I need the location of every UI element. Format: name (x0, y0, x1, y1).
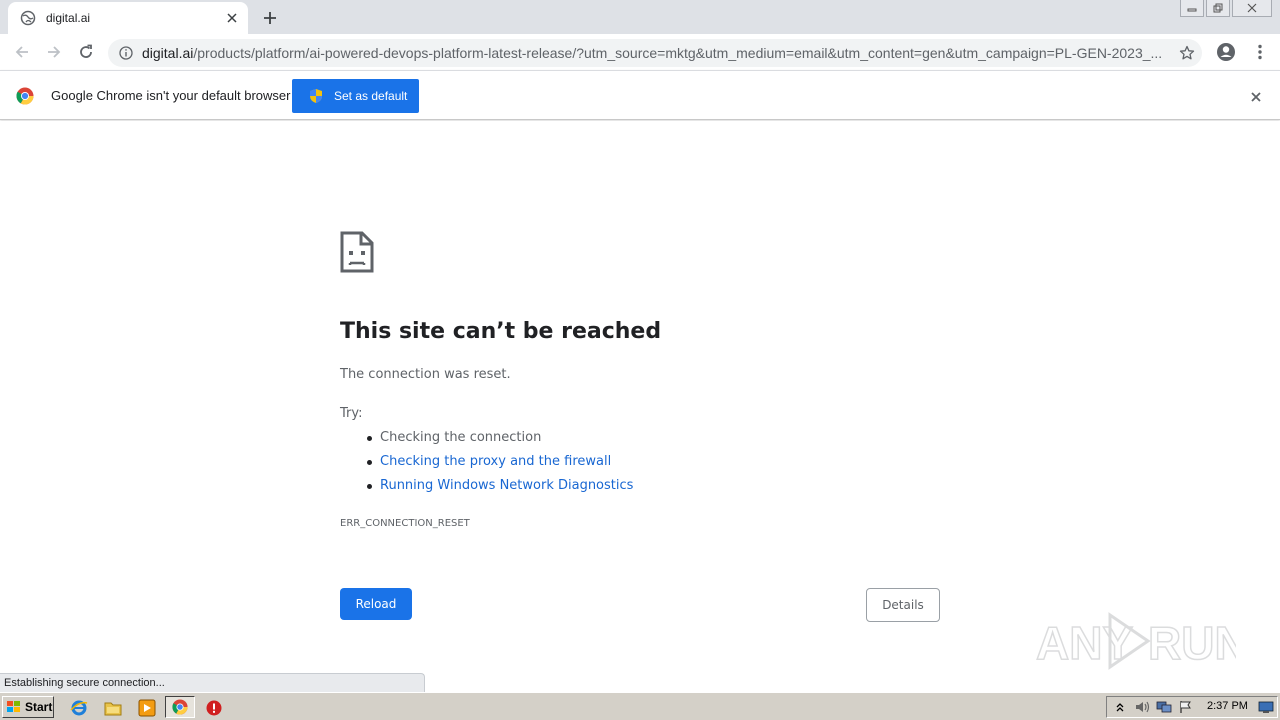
shield-icon (308, 88, 324, 104)
start-button[interactable]: Start (2, 696, 54, 718)
suggestion-list: Checking the connection Checking the pro… (366, 430, 633, 502)
status-bubble: Establishing secure connection... (0, 673, 425, 692)
forward-arrow-icon[interactable] (42, 40, 66, 64)
error-title: This site can’t be reached (340, 319, 662, 344)
chevron-up-icon[interactable] (1111, 698, 1129, 716)
account-icon[interactable] (1214, 40, 1238, 64)
default-browser-infobar: Google Chrome isn't your default browser… (0, 70, 1280, 120)
chrome-taskbar-icon[interactable] (165, 696, 195, 718)
try-label: Try: (340, 406, 363, 421)
star-icon[interactable] (1178, 44, 1196, 62)
screen: digital.ai digital.ai/products/platform/… (0, 0, 1280, 720)
restore-icon[interactable] (1206, 0, 1230, 17)
error-subtitle: The connection was reset. (340, 367, 511, 382)
reload-button[interactable]: Reload (340, 588, 412, 620)
infobar-message: Google Chrome isn't your default browser (51, 88, 291, 103)
sad-document-icon (340, 231, 374, 273)
url-text: digital.ai/products/platform/ai-powered-… (142, 45, 1162, 61)
url-path: /products/platform/ai-powered-devops-pla… (193, 45, 1162, 61)
volume-icon[interactable] (1133, 698, 1151, 716)
action-center-flag-icon[interactable] (1177, 698, 1195, 716)
infobar-close-icon[interactable] (1246, 87, 1266, 107)
anyrun-watermark-logo: ANY RUN (1036, 612, 1236, 670)
windows-logo-icon (6, 700, 22, 714)
tab-title: digital.ai (46, 11, 91, 25)
network-icon[interactable] (1155, 698, 1173, 716)
stop-icon[interactable] (205, 699, 223, 717)
set-as-default-label: Set as default (334, 89, 408, 103)
error-page: This site can’t be reached The connectio… (0, 121, 1280, 692)
browser-tab[interactable]: digital.ai (8, 2, 248, 34)
internet-explorer-icon[interactable] (70, 699, 88, 717)
suggestion-link-network-diagnostics[interactable]: Running Windows Network Diagnostics (366, 478, 633, 502)
taskbar-clock: 2:37 PM (1207, 700, 1248, 712)
globe-icon (20, 10, 36, 26)
start-label: Start (25, 700, 53, 714)
windows-taskbar: Start 2:37 PM (0, 692, 1280, 720)
back-arrow-icon[interactable] (10, 40, 34, 64)
file-explorer-icon[interactable] (104, 699, 122, 717)
plus-icon[interactable] (258, 6, 282, 30)
system-tray: 2:37 PM (1106, 696, 1278, 718)
set-as-default-button[interactable]: Set as default (292, 79, 419, 113)
reload-icon[interactable] (74, 40, 98, 64)
media-player-icon[interactable] (138, 699, 156, 717)
window-close-icon[interactable] (1232, 0, 1272, 17)
show-desktop-icon[interactable] (1257, 698, 1275, 716)
tab-strip: digital.ai (0, 0, 1280, 34)
error-code: ERR_CONNECTION_RESET (340, 518, 470, 529)
kebab-menu-icon[interactable] (1248, 40, 1272, 64)
suggestion-item: Checking the connection (366, 430, 633, 454)
browser-toolbar: digital.ai/products/platform/ai-powered-… (0, 34, 1280, 70)
details-button[interactable]: Details (866, 588, 940, 622)
svg-text:RUN: RUN (1148, 617, 1236, 669)
window-controls (1180, 0, 1272, 18)
chrome-logo-icon (16, 87, 34, 105)
minimize-icon[interactable] (1180, 0, 1204, 17)
suggestion-link-proxy-firewall[interactable]: Checking the proxy and the firewall (366, 454, 633, 478)
info-icon[interactable] (118, 45, 134, 61)
close-icon[interactable] (222, 8, 242, 28)
url-host: digital.ai (142, 45, 194, 61)
address-bar[interactable]: digital.ai/products/platform/ai-powered-… (108, 39, 1202, 67)
